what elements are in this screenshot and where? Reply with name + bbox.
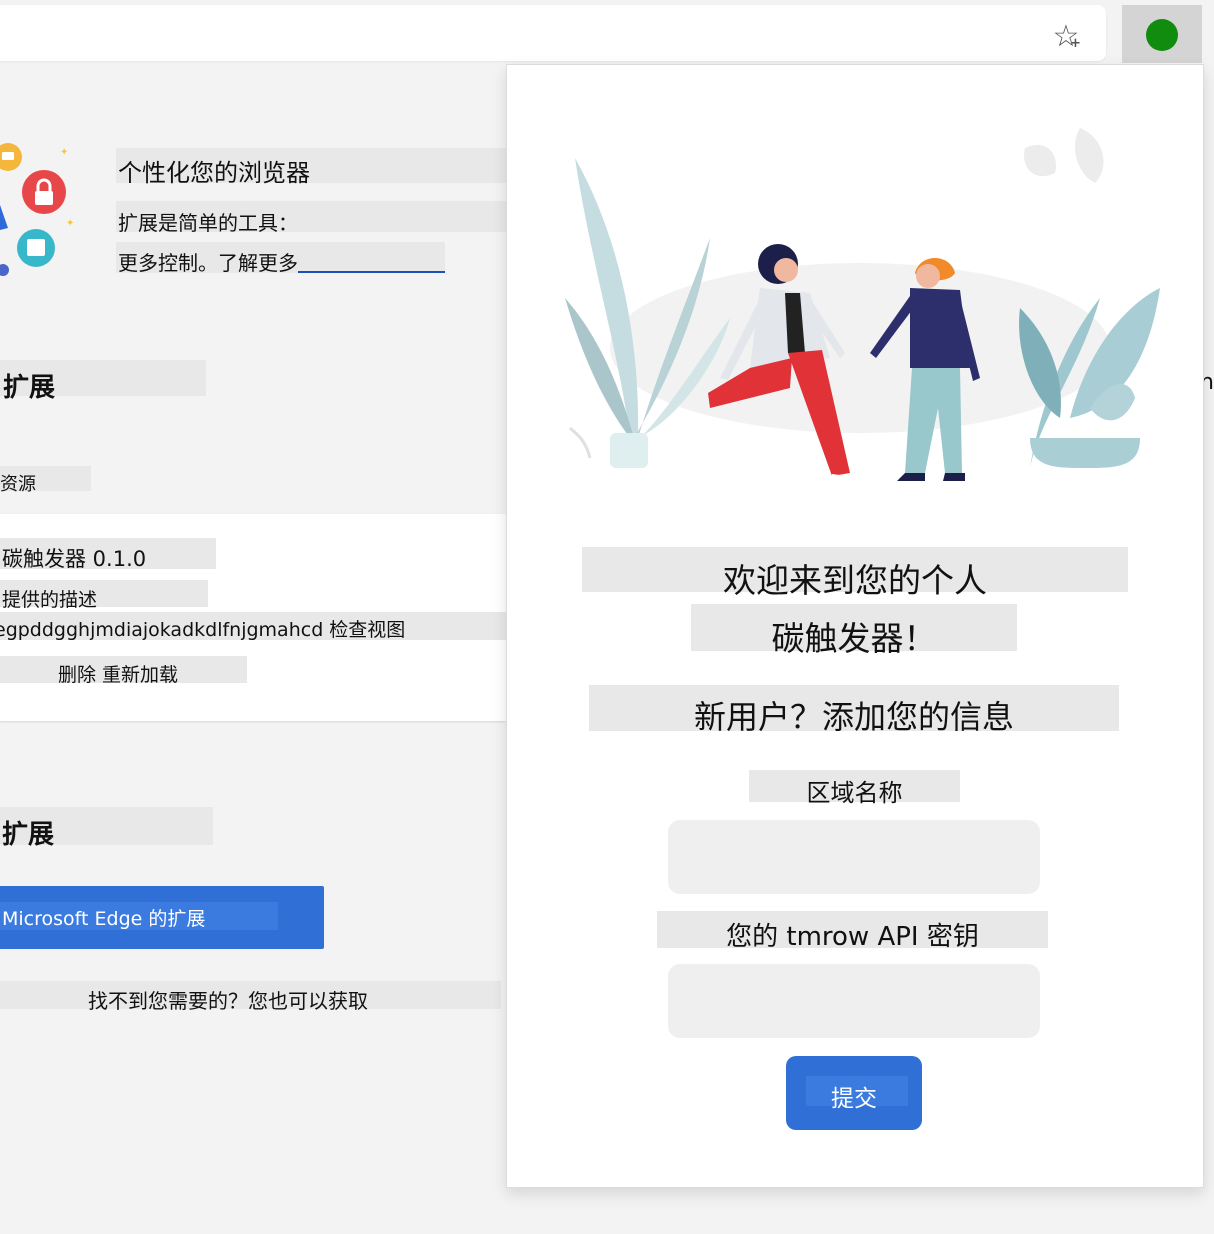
submit-button-label[interactable]: 提交	[786, 1079, 922, 1113]
edge-extensions-button-label[interactable]: Microsoft Edge 的扩展	[2, 904, 205, 931]
extensions-hero-icons: ✦ ✦	[0, 143, 74, 276]
resources-label[interactable]: 资源	[0, 470, 36, 496]
welcome-title-line2: 碳触发器！	[771, 619, 937, 658]
section-title-extensions-2: 扩展	[2, 820, 55, 850]
learn-more-link[interactable]: 更多控制。了解更多	[118, 247, 298, 276]
region-input[interactable]	[668, 820, 1040, 894]
green-circle-icon[interactable]	[1146, 19, 1178, 51]
address-bar[interactable]	[0, 5, 1106, 61]
link-underline	[298, 271, 445, 273]
extension-description: 提供的描述	[2, 589, 98, 611]
region-label: 区域名称	[806, 779, 903, 807]
welcome-illustration	[565, 128, 1160, 483]
api-key-label: 您的 tmrow API 密钥	[726, 922, 979, 952]
footer-text: 找不到您需要的？您也可以获取	[88, 989, 368, 1013]
star-plus-icon[interactable]: ☆ +	[1046, 16, 1086, 56]
extension-id[interactable]: egpddgghjmdiajokadkdlfnjgmahcd 检查视图	[0, 615, 405, 642]
new-user-heading: 新用户？添加您的信息	[693, 698, 1014, 736]
hero-line1: 扩展是简单的工具：	[118, 211, 298, 235]
section-title-extensions: 扩展	[3, 373, 56, 403]
api-key-input[interactable]	[668, 964, 1040, 1038]
extension-name: 碳触发器 0.1.0	[2, 547, 147, 571]
svg-text:✦: ✦	[66, 218, 74, 229]
extension-actions[interactable]: 删除 重新加载	[58, 660, 178, 687]
hero-title: 个性化您的浏览器	[118, 159, 310, 187]
svg-text:✦: ✦	[60, 147, 68, 158]
welcome-title-line1: 欢迎来到您的个人	[723, 561, 987, 600]
